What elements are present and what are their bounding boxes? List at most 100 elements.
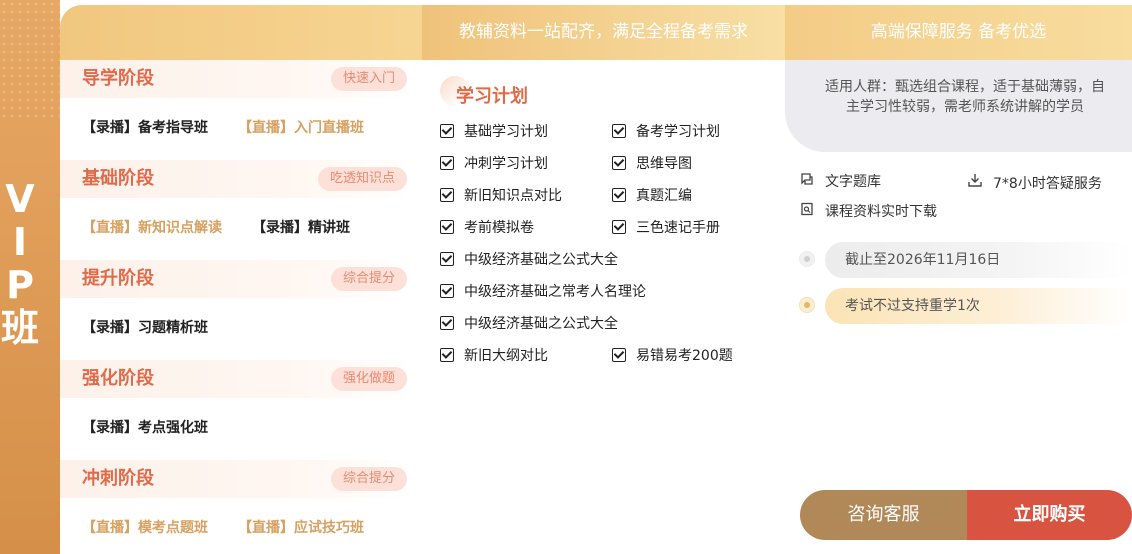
plan-item-label: 易错易考200题 bbox=[636, 348, 733, 364]
study-plan-panel: 学习计划 基础学习计划 备考学习计划 冲刺学习计划 思维导图 新旧知识点对比 真… bbox=[422, 60, 785, 554]
stage-tag: 综合提分 bbox=[330, 467, 407, 491]
checkbox-checked-icon bbox=[440, 284, 454, 298]
feature-label: 课程资料实时下载 bbox=[825, 204, 937, 220]
header-bar: 教辅资料一站配齐，满足全程备考需求 高端保障服务 备考优选 bbox=[60, 0, 1132, 60]
service-panel: 适用人群：甄选组合课程，适于基础薄弱，自主学习性较弱，需老师系统讲解的学员 文字… bbox=[785, 60, 1132, 554]
plan-item-label: 新旧大纲对比 bbox=[464, 348, 548, 364]
stage-tag: 快速入门 bbox=[330, 67, 407, 91]
stage-tag: 强化做题 bbox=[330, 367, 407, 391]
course-link[interactable]: 【录播】精讲班 bbox=[252, 218, 350, 238]
plan-item: 三色速记手册 bbox=[612, 218, 720, 238]
timeline-dot-icon bbox=[799, 251, 815, 267]
plan-item-label: 中级经济基础之公式大全 bbox=[464, 316, 618, 332]
plan-item: 新旧知识点对比 bbox=[440, 186, 562, 206]
vip-char: P bbox=[6, 263, 34, 307]
plan-item: 中级经济基础之公式大全 bbox=[440, 250, 618, 270]
plan-item: 冲刺学习计划 bbox=[440, 154, 548, 174]
plan-item: 中级经济基础之公式大全 bbox=[440, 314, 618, 334]
checkbox-checked-icon bbox=[440, 220, 454, 234]
vip-label: V I P 班 bbox=[0, 178, 40, 350]
timeline-dot-icon bbox=[799, 297, 815, 313]
consult-button[interactable]: 咨询客服 bbox=[800, 490, 967, 540]
plan-item-label: 考前模拟卷 bbox=[464, 220, 534, 236]
feature-label: 7*8小时答疑服务 bbox=[993, 176, 1102, 192]
plan-item-label: 中级经济基础之公式大全 bbox=[464, 252, 618, 268]
course-link[interactable]: 【直播】模考点题班 bbox=[82, 518, 208, 538]
plan-item-label: 三色速记手册 bbox=[636, 220, 720, 236]
checkbox-checked-icon bbox=[612, 188, 626, 202]
plan-item: 易错易考200题 bbox=[612, 346, 733, 366]
checkbox-checked-icon bbox=[612, 124, 626, 138]
checkbox-checked-icon bbox=[440, 348, 454, 362]
stage-title: 强化阶段 bbox=[82, 368, 154, 389]
dot-pattern bbox=[0, 0, 60, 120]
course-link[interactable]: 【录播】考点强化班 bbox=[82, 418, 208, 438]
validity-row: 截止至2026年11月16日 bbox=[799, 242, 1132, 278]
header-left bbox=[60, 5, 422, 60]
guarantee-row: 考试不过支持重学1次 bbox=[799, 288, 1132, 324]
checkbox-checked-icon bbox=[612, 220, 626, 234]
checkbox-checked-icon bbox=[440, 156, 454, 170]
vip-char: 班 bbox=[0, 306, 39, 350]
course-link[interactable]: 【直播】入门直播班 bbox=[238, 118, 364, 138]
vip-char: V bbox=[5, 177, 35, 221]
feature-label: 文字题库 bbox=[825, 174, 881, 190]
checkbox-checked-icon bbox=[612, 156, 626, 170]
stage-tag: 吃透知识点 bbox=[317, 167, 407, 191]
course-link[interactable]: 【直播】新知识点解读 bbox=[82, 218, 222, 238]
course-link[interactable]: 【录播】备考指导班 bbox=[82, 118, 208, 138]
audience-text: 适用人群：甄选组合课程，适于基础薄弱，自主学习性较弱，需老师系统讲解的学员 bbox=[825, 79, 1105, 115]
checkbox-checked-icon bbox=[440, 252, 454, 266]
plan-item: 思维导图 bbox=[612, 154, 692, 174]
header-materials-title: 教辅资料一站配齐，满足全程备考需求 bbox=[422, 5, 785, 60]
plan-item: 基础学习计划 bbox=[440, 122, 548, 142]
stage-title: 提升阶段 bbox=[82, 268, 154, 289]
plan-item-label: 基础学习计划 bbox=[464, 124, 548, 140]
document-icon bbox=[799, 202, 815, 223]
guarantee-badge: 考试不过支持重学1次 bbox=[825, 288, 1132, 324]
course-link[interactable]: 【录播】习题精析班 bbox=[82, 318, 208, 338]
plan-item: 真题汇编 bbox=[612, 186, 692, 206]
checkbox-checked-icon bbox=[612, 348, 626, 362]
plan-item-label: 思维导图 bbox=[636, 156, 692, 172]
stage-courses: 【直播】模考点题班 【直播】应试技巧班 bbox=[82, 518, 412, 538]
stage-title: 冲刺阶段 bbox=[82, 468, 154, 489]
plan-title: 学习计划 bbox=[456, 86, 528, 107]
feature-item: 文字题库 bbox=[799, 172, 881, 193]
checkbox-checked-icon bbox=[440, 124, 454, 138]
vip-char: I bbox=[12, 220, 28, 264]
plan-item-label: 真题汇编 bbox=[636, 188, 692, 204]
stage-title: 基础阶段 bbox=[82, 168, 154, 189]
audience-box: 适用人群：甄选组合课程，适于基础薄弱，自主学习性较弱，需老师系统讲解的学员 bbox=[785, 60, 1132, 152]
stage-title: 导学阶段 bbox=[82, 68, 154, 89]
download-icon bbox=[967, 172, 983, 195]
stage-header: 强化阶段 强化做题 bbox=[60, 360, 410, 398]
header-service-title: 高端保障服务 备考优选 bbox=[785, 5, 1132, 60]
course-link[interactable]: 【直播】应试技巧班 bbox=[238, 518, 364, 538]
stage-header: 导学阶段 快速入门 bbox=[60, 60, 410, 98]
plan-item-label: 备考学习计划 bbox=[636, 124, 720, 140]
stage-header: 冲刺阶段 综合提分 bbox=[60, 460, 410, 498]
stage-courses: 【录播】备考指导班 【直播】入门直播班 bbox=[82, 118, 412, 138]
validity-badge: 截止至2026年11月16日 bbox=[825, 242, 1132, 278]
stage-tag: 综合提分 bbox=[330, 267, 407, 291]
stage-header: 基础阶段 吃透知识点 bbox=[60, 160, 410, 198]
stage-list: 导学阶段 快速入门 【录播】备考指导班 【直播】入门直播班 基础阶段 吃透知识点 … bbox=[60, 60, 422, 554]
feature-item: 课程资料实时下载 bbox=[799, 202, 937, 223]
feature-item: 7*8小时答疑服务 bbox=[967, 172, 1102, 195]
buy-now-button[interactable]: 立即购买 bbox=[967, 490, 1132, 540]
stage-courses: 【直播】新知识点解读 【录播】精讲班 bbox=[82, 218, 412, 238]
plan-item: 备考学习计划 bbox=[612, 122, 720, 142]
vip-strip: V I P 班 bbox=[0, 0, 60, 554]
plan-item-label: 冲刺学习计划 bbox=[464, 156, 548, 172]
plan-item: 考前模拟卷 bbox=[440, 218, 534, 238]
checkbox-checked-icon bbox=[440, 316, 454, 330]
stage-header: 提升阶段 综合提分 bbox=[60, 260, 410, 298]
plan-item-label: 新旧知识点对比 bbox=[464, 188, 562, 204]
plan-item: 中级经济基础之常考人名理论 bbox=[440, 282, 646, 302]
checkbox-checked-icon bbox=[440, 188, 454, 202]
stage-courses: 【录播】考点强化班 bbox=[82, 418, 412, 438]
question-bank-icon bbox=[799, 172, 815, 193]
plan-item-label: 中级经济基础之常考人名理论 bbox=[464, 284, 646, 300]
plan-item: 新旧大纲对比 bbox=[440, 346, 548, 366]
